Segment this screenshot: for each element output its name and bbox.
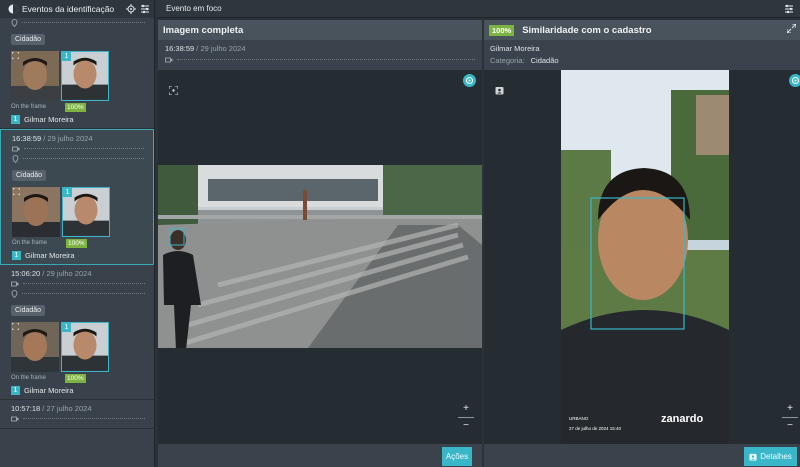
person-name[interactable]: Gilmar Moreira [24,386,74,395]
person-name[interactable]: Gilmar Moreira [25,251,75,260]
actions-label: Ações [445,452,469,461]
event-card[interactable]: 10:57:18 / 27 julho 2024 [0,400,154,429]
photo-brand-logo: zanardo [661,413,704,425]
location-line [11,18,145,28]
detected-face-thumbnail[interactable] [11,322,59,372]
on-frame-label: On the frame [11,104,47,110]
zoom-in-button[interactable]: + [458,403,474,414]
camera-icon [11,281,19,287]
category-tag: Cidadão [11,34,46,45]
panel-title: Imagem completa [158,20,482,40]
event-date: / 29 julho 2024 [194,44,246,53]
location-line [11,289,145,299]
zoom-out-button[interactable]: − [782,420,798,431]
event-date: / 27 julho 2024 [40,404,92,413]
event-card[interactable]: Cidadão 1 On the frame 100% 1 Gilmar Mor… [0,18,154,129]
category-tag: Cidadão [12,170,47,181]
actions-button[interactable]: Ações [442,447,472,466]
scan-icon [13,188,20,195]
location-icon [11,19,18,27]
photo-timestamp: 27 de julho de 2024 15:40 [569,426,622,431]
events-sidebar: Eventos da identificação Cidadão 1 On th… [0,0,155,467]
face-search-icon[interactable] [463,74,476,87]
similarity-panel: 100% Similaridade com o cadastro Gilmar … [484,20,800,467]
filter-icon[interactable] [140,4,150,14]
camera-line [12,144,144,154]
category-label: Categoria: [490,56,525,65]
id-card-icon [749,453,757,461]
registered-face-thumbnail[interactable]: 1 [62,187,110,237]
street-scene-photo[interactable] [158,165,482,348]
filter-icon[interactable] [784,4,794,14]
rank-number: 1 [11,386,20,395]
rank-badge: 1 [63,188,72,197]
scan-icon [12,323,19,330]
details-label: Detalhes [760,452,792,461]
similarity-badge: 100% [65,373,86,383]
category-value: Cidadão [530,56,559,65]
event-date: / 29 julho 2024 [41,134,93,143]
event-card[interactable]: 15:06:20 / 29 julho 2024 Cidadão 1 On th… [0,265,154,400]
camera-icon [165,57,173,63]
face-pair: 1 [12,187,144,237]
similarity-badge: 100% [489,24,515,36]
category-tag: Cidadão [11,305,46,316]
registered-image-viewport[interactable]: URBANO 27 de julho de 2024 15:40 zanardo… [484,70,800,444]
face-search-icon[interactable] [789,74,800,87]
event-card-selected[interactable]: 16:38:59 / 29 julho 2024 Cidadão 1 On th… [0,129,154,265]
rank-badge: 1 [62,323,71,332]
rank-badge: 1 [62,52,71,61]
detected-face-thumbnail[interactable] [11,51,59,101]
target-icon[interactable] [126,4,136,14]
rank-number: 1 [12,251,21,260]
face-pair: 1 [11,322,145,372]
similarity-badge: 100% [66,238,87,248]
face-id-icon [8,4,18,14]
id-card-icon[interactable] [495,82,504,95]
on-frame-label: On the frame [11,375,47,381]
panel-title: Similaridade com o cadastro [522,24,652,36]
app: Eventos da identificação Cidadão 1 On th… [0,0,800,467]
scan-icon[interactable] [168,82,179,96]
zoom-out-button[interactable]: − [458,420,474,431]
detected-face-thumbnail[interactable] [12,187,60,237]
camera-line [11,414,145,424]
details-button[interactable]: Detalhes [744,447,797,466]
face-pair: 1 [11,51,145,101]
camera-icon [12,146,20,152]
location-icon [11,290,18,298]
event-time: 15:06:20 [11,269,41,278]
full-image-panel: Imagem completa 16:38:59 / 29 julho 2024 [158,20,482,467]
event-time: 16:38:59 [12,134,42,143]
camera-icon [11,416,19,422]
registered-face-thumbnail[interactable]: 1 [61,51,109,101]
event-time: 10:57:18 [11,404,41,413]
registered-portrait-photo[interactable]: URBANO 27 de julho de 2024 15:40 zanardo [561,70,729,444]
focus-title: Evento em foco [166,4,222,13]
camera-line [11,279,145,289]
zoom-in-button[interactable]: + [782,403,798,414]
photo-caption: URBANO [569,416,589,421]
on-frame-label: On the frame [12,240,48,246]
camera-line [165,55,475,65]
top-bar: Evento em foco [156,0,800,18]
event-time: 16:38:59 [165,44,195,53]
person-name: Gilmar Moreira [490,44,540,53]
registered-face-thumbnail[interactable]: 1 [61,322,109,372]
location-icon [12,155,19,163]
event-date: / 29 julho 2024 [40,269,92,278]
scan-icon [12,52,19,59]
image-viewport[interactable]: + − [158,70,482,444]
sidebar-header: Eventos da identificação [0,0,154,18]
sidebar-title: Eventos da identificação [22,4,115,14]
location-line [12,154,144,164]
expand-icon[interactable] [786,23,797,36]
person-name[interactable]: Gilmar Moreira [24,115,74,124]
rank-number: 1 [11,115,20,124]
similarity-badge: 100% [65,102,86,112]
